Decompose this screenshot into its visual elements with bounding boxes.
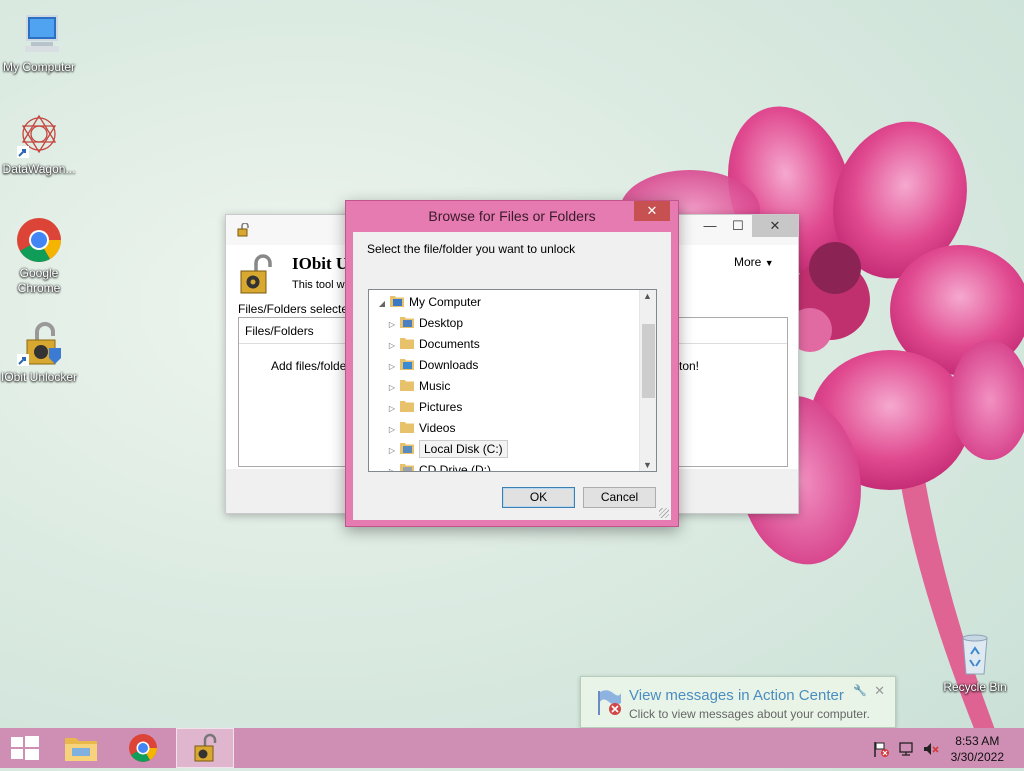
- expand-arrow-icon[interactable]: ▷: [387, 461, 397, 471]
- scroll-up-arrow-icon[interactable]: ▲: [643, 291, 652, 301]
- tree-node[interactable]: ▷ Desktop: [387, 313, 463, 334]
- maximize-button[interactable]: ☐: [724, 215, 752, 237]
- more-menu-button[interactable]: More ▼: [734, 255, 774, 269]
- tree-node[interactable]: ▷ Downloads: [387, 355, 478, 376]
- tree-scrollbar[interactable]: ▲ ▼: [639, 290, 656, 471]
- desktop-icon-my-computer[interactable]: My Computer: [0, 10, 78, 75]
- tree-node[interactable]: ▷ Local Disk (C:): [387, 439, 508, 460]
- desktop-folder-icon: [399, 315, 415, 329]
- chrome-icon: [129, 734, 157, 762]
- chrome-icon: [15, 216, 63, 264]
- toast-close-icon[interactable]: ✕: [874, 683, 885, 699]
- folder-tree[interactable]: ◢ My Computer ▷ Desktop ▷ Documents ▷ Downloads…: [368, 289, 657, 472]
- action-center-toast[interactable]: View messages in Action Center Click to …: [580, 676, 896, 737]
- tree-node-label: Music: [419, 379, 451, 393]
- taskbar-chrome[interactable]: [114, 728, 172, 768]
- browse-dialog: Browse for Files or Folders ✕ Select the…: [345, 200, 679, 527]
- expand-arrow-icon[interactable]: ▷: [387, 356, 397, 377]
- volume-muted-tray-icon[interactable]: [922, 740, 940, 758]
- start-icon: [11, 736, 39, 760]
- tree-node-label: CD Drive (D:): [419, 463, 491, 472]
- tree-node-label: My Computer: [409, 295, 482, 309]
- tree-node-label: Desktop: [419, 316, 464, 330]
- pictures-folder-icon: [399, 399, 415, 413]
- expand-arrow-icon[interactable]: ▷: [387, 419, 397, 440]
- tree-node[interactable]: ▷ Music: [387, 376, 450, 397]
- tree-node-label: Documents: [419, 337, 480, 351]
- documents-folder-icon: [399, 336, 415, 350]
- files-hint-left: Add files/folders: [271, 359, 357, 373]
- tree-node[interactable]: ▷ Documents: [387, 334, 480, 355]
- tree-node[interactable]: ▷ Videos: [387, 418, 456, 440]
- cancel-button[interactable]: Cancel: [583, 487, 656, 508]
- minimize-button[interactable]: —: [696, 215, 724, 237]
- tree-node-label: Local Disk (C:): [419, 440, 508, 458]
- desktop-icon-label: IObit Unlocker: [0, 370, 78, 384]
- ok-button[interactable]: OK: [502, 487, 575, 508]
- dialog-prompt: Select the file/folder you want to unloc…: [367, 242, 576, 256]
- toast-title: View messages in Action Center: [629, 687, 844, 704]
- more-label: More: [734, 255, 762, 269]
- action-center-flag-icon: [593, 687, 623, 717]
- computer-icon: [15, 10, 63, 58]
- desktop-icon-datawagon[interactable]: DataWagon...: [0, 112, 78, 177]
- unlocker-app-icon: [236, 222, 250, 237]
- unlocker-logo-icon: [238, 253, 278, 295]
- dialog-title: Browse for Files or Folders: [428, 208, 596, 224]
- tree-node[interactable]: ▷ CD Drive (D:): [387, 460, 491, 472]
- desktop-icon-label: Google Chrome: [17, 266, 61, 295]
- unlocker-app-name: IObit U: [292, 254, 349, 273]
- desktop-icon-google-chrome[interactable]: Google Chrome: [0, 216, 78, 296]
- unlocker-icon: [15, 320, 63, 368]
- expand-arrow-icon[interactable]: ▷: [387, 398, 397, 419]
- music-folder-icon: [399, 378, 415, 392]
- scroll-down-arrow-icon[interactable]: ▼: [643, 460, 652, 470]
- taskbar-file-explorer[interactable]: [52, 728, 110, 768]
- close-button[interactable]: ✕: [752, 215, 798, 237]
- dialog-client: Select the file/folder you want to unloc…: [353, 232, 671, 520]
- expand-arrow-icon[interactable]: ▷: [387, 377, 397, 398]
- files-selected-label: Files/Folders selected: [238, 302, 355, 316]
- taskbar-clock[interactable]: 8:53 AM 3/30/2022: [951, 733, 1004, 765]
- datawagon-icon: [15, 112, 63, 160]
- network-tray-icon[interactable]: [898, 740, 916, 758]
- expand-arrow-icon[interactable]: ▷: [387, 314, 397, 335]
- downloads-folder-icon: [399, 357, 415, 371]
- clock-date: 3/30/2022: [950, 750, 1004, 764]
- desktop-icon-label: DataWagon...: [2, 162, 76, 176]
- tree-node[interactable]: ▷ Pictures: [387, 397, 462, 418]
- expand-arrow-icon[interactable]: ▷: [387, 440, 397, 461]
- unlocker-subtitle: This tool wi: [292, 279, 348, 291]
- desktop-icon-label: My Computer: [2, 60, 76, 74]
- flag-error-tray-icon[interactable]: [872, 740, 890, 758]
- tree-node-label: Downloads: [419, 358, 479, 372]
- clock-time: 8:53 AM: [955, 734, 1000, 748]
- cd-drive-icon: [399, 462, 415, 471]
- dialog-close-button[interactable]: ✕: [634, 201, 670, 221]
- expand-arrow-icon[interactable]: ▷: [387, 335, 397, 356]
- unlocker-icon: [194, 733, 217, 762]
- wrench-icon[interactable]: 🔧: [853, 684, 867, 697]
- desktop-icon-iobit-unlocker[interactable]: IObit Unlocker: [0, 320, 78, 385]
- desktop-icon-label: Recycle Bin: [943, 680, 1007, 694]
- desktop-icon-recycle-bin[interactable]: Recycle Bin: [936, 630, 1014, 695]
- tree-node[interactable]: ◢ My Computer: [377, 292, 481, 313]
- tree-node-label: Pictures: [419, 400, 463, 414]
- taskbar: 8:53 AM 3/30/2022: [0, 728, 1024, 768]
- expanded-arrow-icon[interactable]: ◢: [377, 293, 387, 314]
- file-explorer-icon: [65, 738, 97, 761]
- videos-folder-icon: [399, 420, 415, 434]
- recycle-bin-icon: [951, 630, 999, 678]
- local-disk-icon: [399, 441, 415, 455]
- scroll-thumb[interactable]: [642, 324, 655, 398]
- toast-body: Click to view messages about your comput…: [629, 707, 870, 721]
- files-hint-right: ton!: [679, 359, 700, 373]
- resize-grip-icon[interactable]: [659, 508, 669, 518]
- taskbar-iobit-unlocker[interactable]: [176, 728, 234, 768]
- start-button[interactable]: [0, 728, 58, 768]
- computer-icon: [389, 294, 405, 308]
- tree-node-label: Videos: [419, 421, 456, 435]
- chevron-down-icon: ▼: [764, 258, 774, 268]
